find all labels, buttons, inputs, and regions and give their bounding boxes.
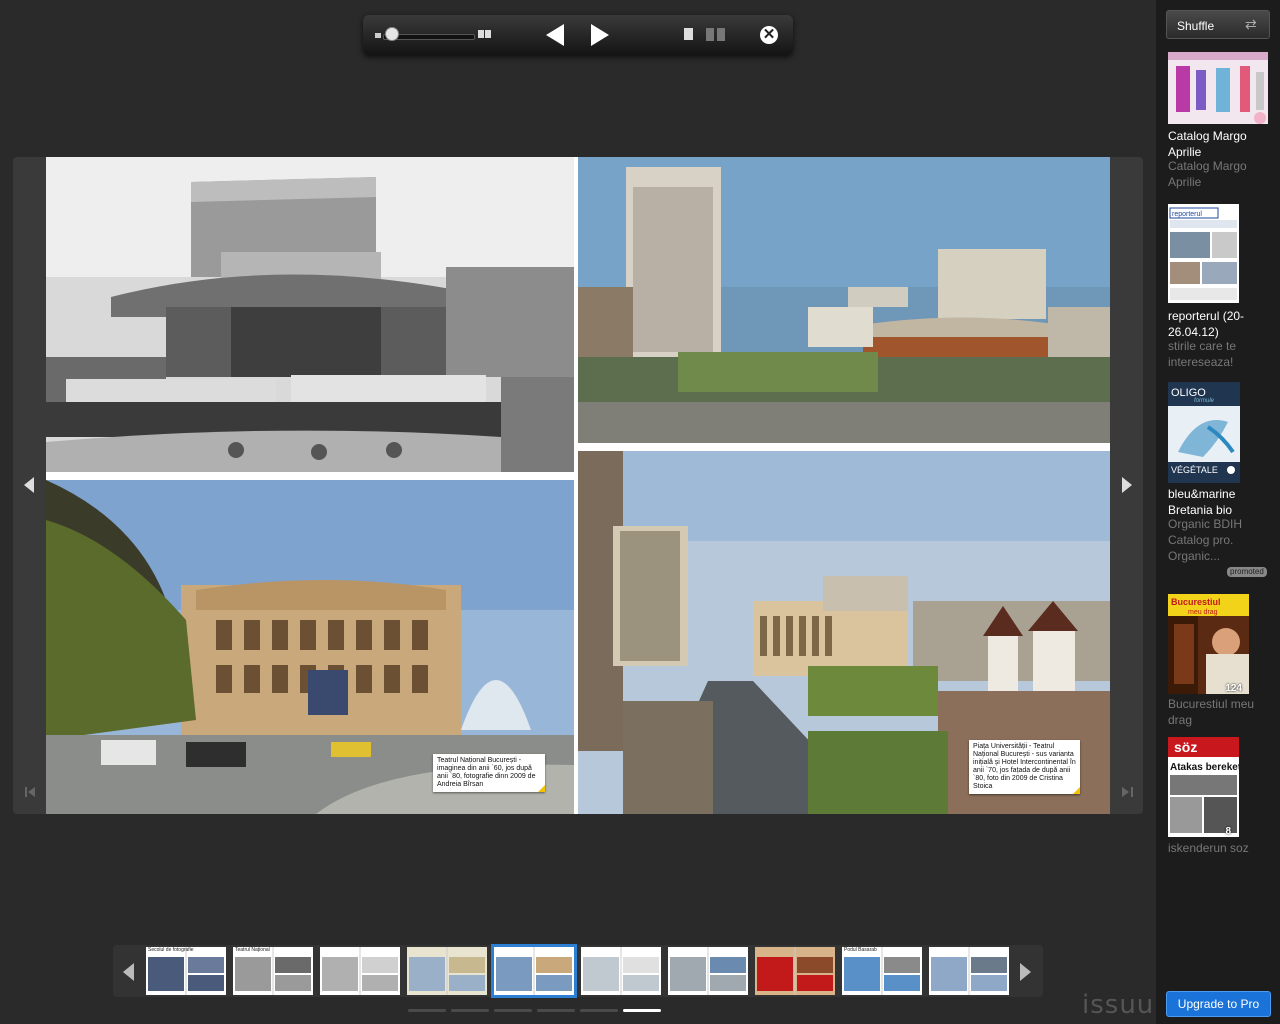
thumbnail-page[interactable] bbox=[407, 947, 487, 995]
zoom-slider-handle[interactable] bbox=[385, 27, 399, 41]
thumbnail-page[interactable]: Teatrul Național bbox=[233, 947, 313, 995]
chevron-left-icon[interactable] bbox=[123, 963, 134, 981]
doc-description: Organic BDIH Catalog pro. Organic... bbox=[1168, 517, 1243, 563]
doc-description: stirile care te intereseaza! bbox=[1168, 339, 1237, 369]
pager-dot[interactable] bbox=[451, 1009, 489, 1012]
doc-title[interactable]: Catalog Margo Aprilie bbox=[1168, 128, 1273, 160]
chevron-right-icon[interactable] bbox=[1122, 477, 1132, 493]
photo-caption-right: Piața Universității - Teatrul Național B… bbox=[969, 740, 1080, 794]
promoted-badge: promoted bbox=[1227, 567, 1267, 577]
shuffle-icon: ⇄ bbox=[1245, 16, 1257, 32]
next-page-side-button[interactable] bbox=[1110, 157, 1143, 814]
doc-cover[interactable]: Bucurestiul meu drag 124 bbox=[1168, 594, 1249, 694]
page-count-badge: 8 bbox=[1225, 826, 1231, 837]
last-page-icon[interactable] bbox=[1122, 787, 1133, 797]
pager-dot[interactable] bbox=[494, 1009, 532, 1012]
doc-cover[interactable]: reporterul bbox=[1168, 204, 1239, 303]
pager-dot[interactable] bbox=[408, 1009, 446, 1012]
issuu-logo: issuu bbox=[1082, 990, 1155, 1020]
pager-dot[interactable] bbox=[580, 1009, 618, 1012]
photo-theatre-70s bbox=[578, 157, 1110, 443]
reporter-masthead: reporterul bbox=[1172, 211, 1202, 218]
cover-masthead: söz bbox=[1174, 739, 1197, 755]
thumbnail-page[interactable] bbox=[491, 944, 577, 998]
previous-page-button[interactable] bbox=[546, 24, 564, 46]
doc-cover[interactable]: söz Atakas bereketi! 8 bbox=[1168, 737, 1239, 837]
related-doc[interactable]: söz Atakas bereketi! 8 iskenderun soz bbox=[1168, 737, 1278, 862]
thumbnail-strip: Secolul de fotografie Teatrul Național Pod… bbox=[113, 944, 1043, 998]
related-doc[interactable]: OLIGO formule VÉGÉTALE bleu&marine Breta… bbox=[1168, 382, 1278, 564]
upgrade-to-pro-button[interactable]: Upgrade to Pro bbox=[1166, 991, 1271, 1017]
doc-title[interactable]: reporterul (20-26.04.12) bbox=[1168, 308, 1273, 340]
cover-masthead-sub: meu drag bbox=[1188, 609, 1218, 616]
doc-description: Catalog Margo Aprilie bbox=[1168, 159, 1247, 189]
cover-headline: Atakas bereketi! bbox=[1170, 762, 1239, 773]
doc-cover[interactable] bbox=[1168, 52, 1268, 124]
page-spread[interactable]: Teatrul Național București - imaginea di… bbox=[46, 157, 1110, 814]
thumbnail-page[interactable] bbox=[581, 947, 661, 995]
single-page-view-icon[interactable] bbox=[684, 28, 693, 40]
zoom-in-icon[interactable] bbox=[478, 30, 492, 40]
prev-page-side-button[interactable] bbox=[13, 157, 46, 814]
doc-title[interactable]: bleu&marine Bretania bio bbox=[1168, 486, 1273, 518]
cover-masthead: Bucurestiul bbox=[1171, 597, 1221, 607]
photo-theatre-60s bbox=[46, 157, 574, 472]
page-group-pager[interactable] bbox=[408, 1009, 663, 1014]
thumbnail-page[interactable] bbox=[929, 947, 1009, 995]
related-doc[interactable]: reporterul reporterul (20-26.04.12) stir… bbox=[1168, 204, 1278, 374]
pager-dot[interactable] bbox=[623, 1009, 661, 1012]
thumbnail-page[interactable] bbox=[668, 947, 748, 995]
chevron-left-icon[interactable] bbox=[24, 477, 34, 493]
thumbnail-page[interactable] bbox=[320, 947, 400, 995]
document-reader: Teatrul Național București - imaginea di… bbox=[13, 157, 1143, 814]
related-doc[interactable]: Catalog Margo Aprilie Catalog Margo Apri… bbox=[1168, 52, 1278, 192]
first-page-icon[interactable] bbox=[25, 787, 36, 797]
viewer-toolbar: ✕ bbox=[363, 15, 793, 55]
related-doc[interactable]: Bucurestiul meu drag 124 Bucurestiul meu… bbox=[1168, 594, 1278, 734]
page-count-badge: 124 bbox=[1225, 683, 1242, 694]
thumbnail-page[interactable] bbox=[755, 947, 835, 995]
next-page-button[interactable] bbox=[591, 24, 609, 46]
cover-subtitle: VÉGÉTALE bbox=[1171, 465, 1218, 475]
cover-tagline: formule bbox=[1194, 398, 1215, 404]
doc-cover[interactable]: OLIGO formule VÉGÉTALE bbox=[1168, 382, 1240, 483]
chevron-right-icon[interactable] bbox=[1020, 963, 1031, 981]
thumbnail-label: Podul Basarab bbox=[844, 947, 877, 953]
thumbnail-page[interactable]: Secolul de fotografie bbox=[146, 947, 226, 995]
related-docs-sidebar: Shuffle ⇄ Catalog Margo Aprilie Catalog … bbox=[1156, 0, 1280, 1024]
close-button[interactable]: ✕ bbox=[760, 26, 778, 44]
pager-dot[interactable] bbox=[537, 1009, 575, 1012]
thumbnail-page[interactable]: Podul Basarab bbox=[842, 947, 922, 995]
doc-description: iskenderun soz bbox=[1168, 841, 1249, 855]
thumbnail-label: Secolul de fotografie bbox=[148, 947, 194, 953]
doc-description: Bucurestiul meu drag bbox=[1168, 697, 1255, 727]
thumbnail-label: Teatrul Național bbox=[235, 947, 270, 953]
zoom-out-icon[interactable] bbox=[375, 33, 381, 38]
shuffle-button[interactable]: Shuffle ⇄ bbox=[1166, 10, 1270, 39]
shuffle-label: Shuffle bbox=[1177, 19, 1215, 33]
photo-caption-left: Teatrul Național București - imaginea di… bbox=[433, 754, 545, 792]
double-page-view-icon[interactable] bbox=[706, 28, 726, 41]
